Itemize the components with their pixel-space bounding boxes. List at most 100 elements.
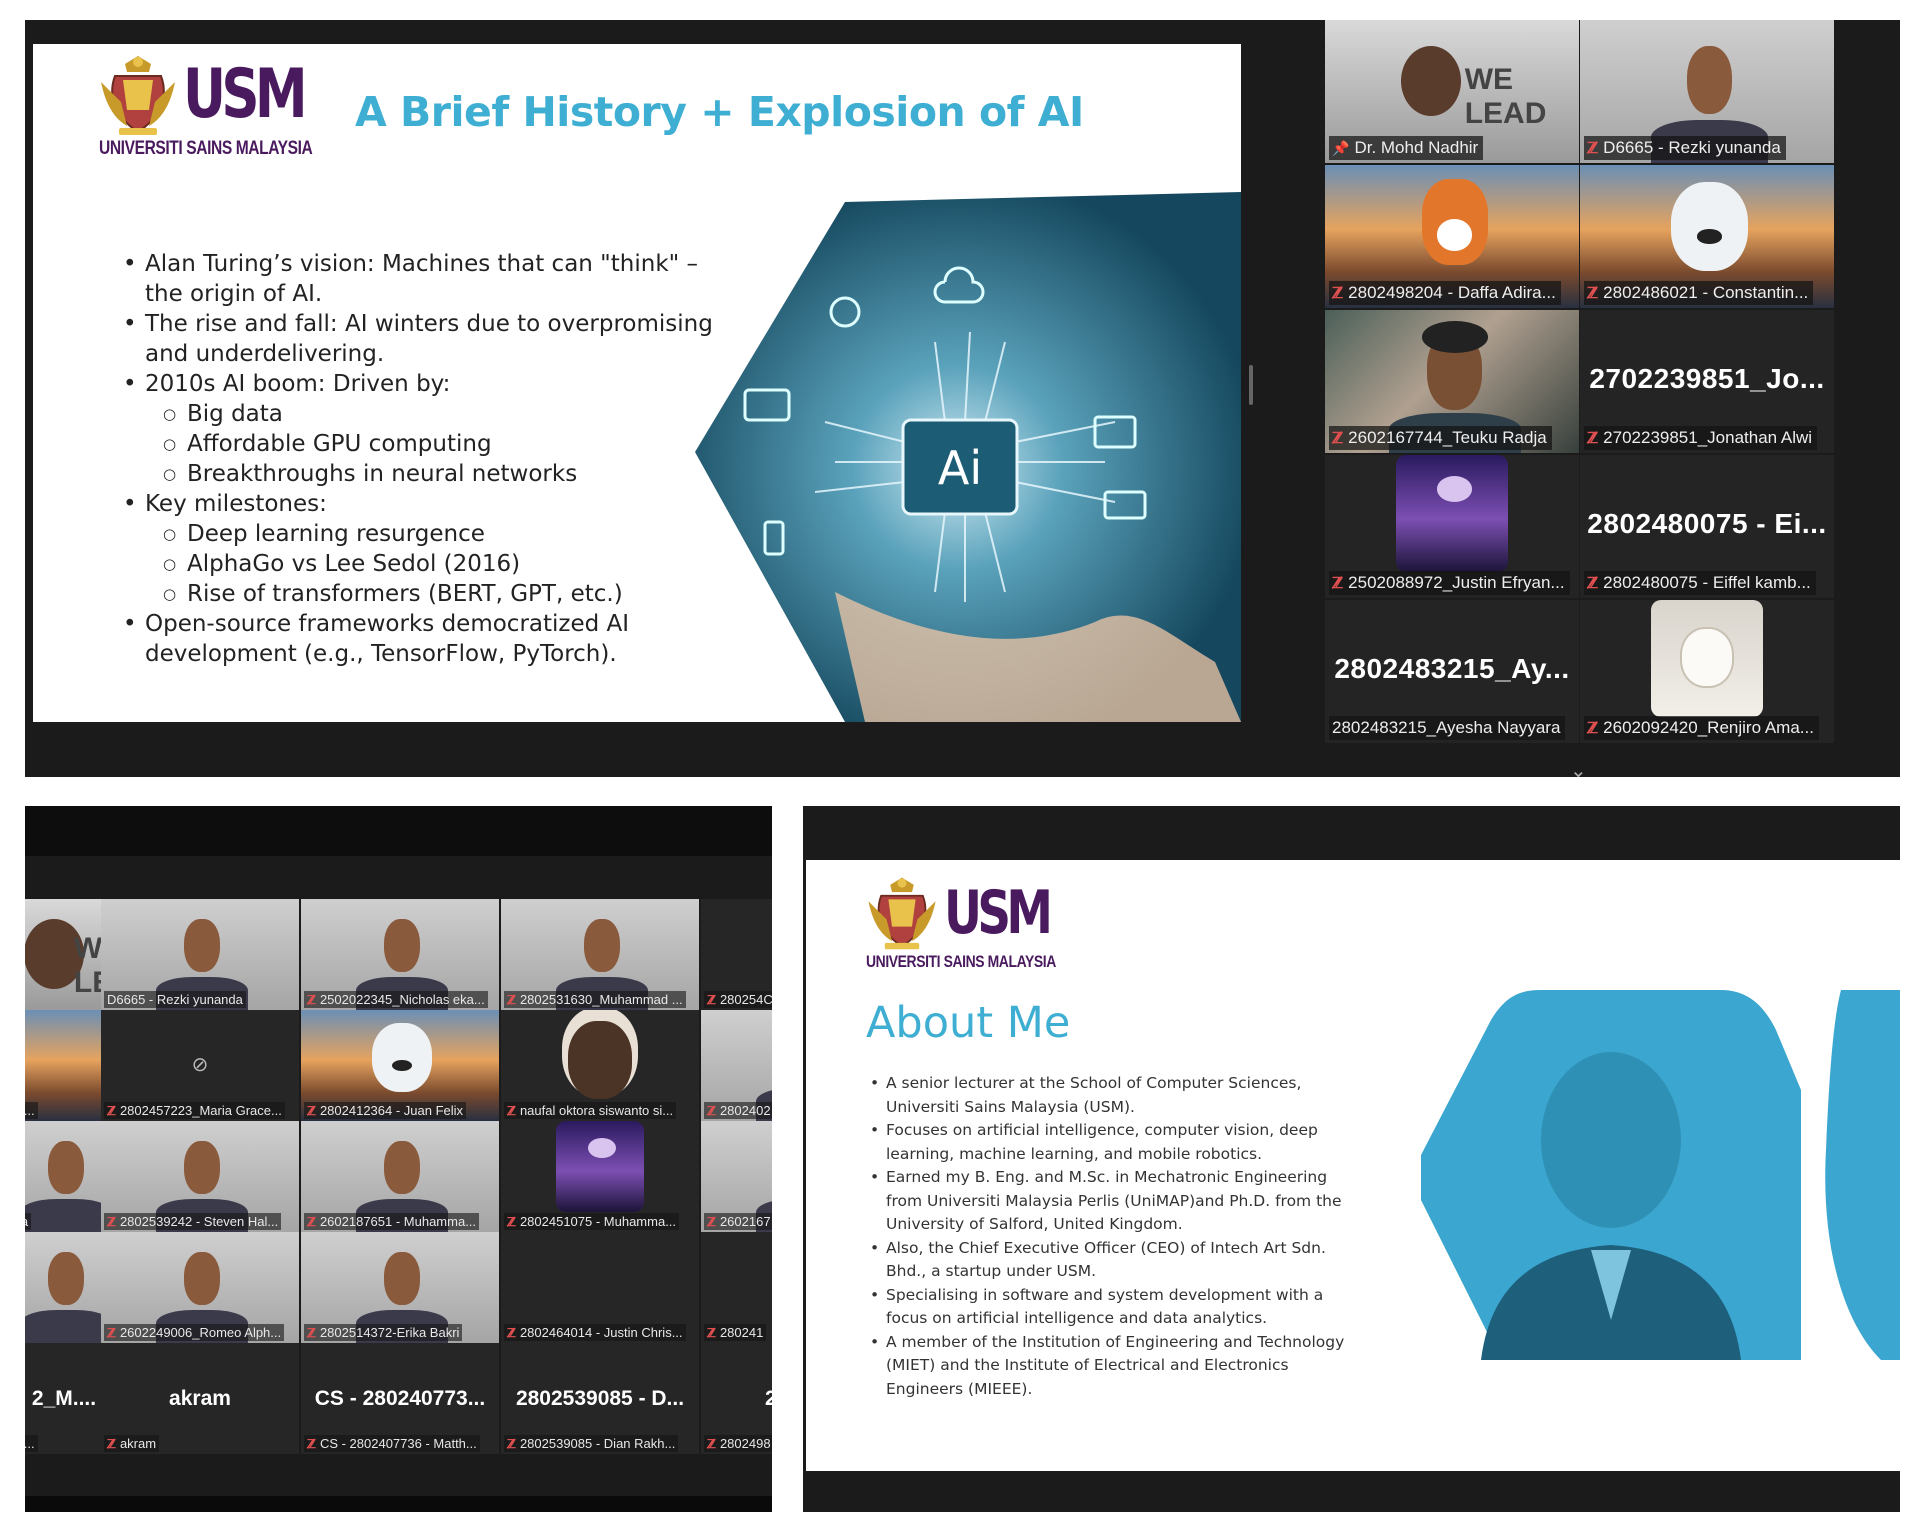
participant-label: ℤ̸ 2502022345_Nicholas eka... bbox=[304, 991, 488, 1008]
mic-muted-icon: ℤ̸ bbox=[707, 1325, 716, 1340]
mic-muted-icon: ℤ̸ bbox=[507, 1325, 516, 1340]
participant-tile[interactable]: ℤ̸ 2802539242 - Steven Hal... bbox=[101, 1121, 299, 1232]
mic-muted-icon: ℤ̸ bbox=[1332, 430, 1344, 447]
meeting-window-top: USM UNIVERSITI SAINS MALAYSIA A Brief Hi… bbox=[25, 20, 1900, 777]
participant-tile[interactable]: akram ℤ̸ akram bbox=[101, 1343, 299, 1454]
mic-muted-icon: ℤ̸ bbox=[507, 992, 516, 1007]
participant-tile[interactable]: ℤ̸ 2802514372-Erika Bakri bbox=[301, 1232, 499, 1343]
participant-tile[interactable]: ℤ̸ 280254C bbox=[701, 899, 772, 1010]
chevron-down-icon[interactable]: ⌄ bbox=[1570, 758, 1587, 777]
participant-tile[interactable]: ℤ̸ 2502022345_Nicholas eka... bbox=[301, 899, 499, 1010]
participant-tile[interactable]: ℤ̸ 2802531630_Muhammad ... bbox=[501, 899, 699, 1010]
bullet-item: Earned my B. Eng. and M.Sc. in Mechatron… bbox=[868, 1166, 1348, 1237]
participant-label: ℤ̸ 2802486021 - Constantin... bbox=[1584, 281, 1814, 305]
mic-muted-icon: ℤ̸ bbox=[307, 1103, 316, 1118]
bullet-item: Rise of transformers (BERT, GPT, etc.) bbox=[123, 579, 713, 609]
usm-logo: USM UNIVERSITI SAINS MALAYSIA bbox=[99, 52, 359, 160]
participant-tile[interactable]: 2802483215_Ay... 2802483215_Ayesha Nayyar… bbox=[1325, 600, 1579, 743]
participant-label: ℤ̸ 2802412364 - Juan Felix bbox=[304, 1102, 467, 1119]
bullet-item: Big data bbox=[123, 399, 713, 429]
usm-wordmark: USM bbox=[944, 878, 1053, 948]
participant-name: 2802539085 - Dian Rakh... bbox=[519, 1436, 676, 1451]
mic-muted-icon: ℤ̸ bbox=[307, 1436, 316, 1451]
participant-label: ℤ̸ 2602167744_Teuku Radja bbox=[1329, 426, 1552, 450]
participant-tile[interactable]: ℤ̸ 2502088972_Justin Efryan... bbox=[1325, 455, 1579, 598]
speaker-portrait bbox=[1421, 990, 1900, 1360]
participant-name: D6665 - Rezki yunanda bbox=[1603, 138, 1781, 157]
participant-name: D6665 - Rezki yunanda bbox=[107, 992, 243, 1007]
participant-tile[interactable]: ℤ̸ 280241 bbox=[701, 1232, 772, 1343]
mic-muted-icon: ℤ̸ bbox=[1587, 575, 1599, 592]
participant-tile[interactable]: ℤ̸ D6665 - Rezki yunanda bbox=[1580, 20, 1834, 163]
participant-tile[interactable]: ℤ̸ 2602187651 - Muhamma... bbox=[301, 1121, 499, 1232]
mic-muted-icon: ℤ̸ bbox=[707, 992, 716, 1007]
bullet-item: A senior lecturer at the School of Compu… bbox=[868, 1072, 1348, 1119]
participant-name: 2502022345_Nicholas eka... bbox=[319, 992, 485, 1007]
participant-label: onstantin... bbox=[25, 1102, 38, 1119]
mic-muted-icon: ℤ̸ bbox=[307, 1325, 316, 1340]
mic-muted-icon: ℤ̸ bbox=[1332, 285, 1344, 302]
mic-muted-icon: ℤ̸ bbox=[707, 1103, 716, 1118]
participant-label: ℤ̸ 2602249006_Romeo Alph... bbox=[104, 1324, 285, 1341]
participant-name: 2802402 bbox=[719, 1103, 771, 1118]
participant-tile[interactable]: ℤ̸ 2802486021 - Constantin... bbox=[1580, 165, 1834, 308]
mic-muted-icon: ℤ̸ bbox=[507, 1436, 516, 1451]
participant-tile[interactable]: ℤ̸ 2802464014 - Justin Chris... bbox=[501, 1232, 699, 1343]
bullet-item: Open-source frameworks democratized AI d… bbox=[123, 609, 713, 669]
mic-muted-icon: ℤ̸ bbox=[1587, 720, 1599, 737]
participant-label: ℤ̸ 2602187651 - Muhamma... bbox=[304, 1213, 480, 1230]
participant-name-large: 280249 bbox=[764, 1387, 772, 1411]
top-bar bbox=[25, 806, 772, 856]
participant-tile[interactable]: ⊘ ℤ̸ 2802457223_Maria Grace... bbox=[101, 1010, 299, 1121]
participant-tile[interactable]: ℤ̸ 2802498204 - Daffa Adira... bbox=[1325, 165, 1579, 308]
participant-name: Dr. Mohd Nadhir bbox=[1354, 138, 1479, 157]
participant-tile[interactable]: 2802480075 - Ei... ℤ̸ 2802480075 - Eiffel … bbox=[1580, 455, 1834, 598]
shared-slide-about: USM UNIVERSITI SAINS MALAYSIA About Me A… bbox=[806, 860, 1900, 1471]
slide-title: A Brief History + Explosion of AI bbox=[355, 88, 1084, 136]
participant-name-large: akram bbox=[169, 1387, 231, 1411]
participant-label: D6665 - Rezki yunanda bbox=[104, 991, 246, 1008]
participant-tile[interactable]: WE LEAD 📌 Dr. Mohd Nadhir bbox=[1325, 20, 1579, 163]
participant-name: 2802451075 - Muhamma... bbox=[519, 1214, 677, 1229]
participant-name: 2602092420_Renjiro Ama... bbox=[1603, 718, 1814, 737]
mic-muted-icon: ℤ̸ bbox=[707, 1214, 716, 1229]
participant-label: ℤ̸ 2802480075 - Eiffel kamb... bbox=[1584, 571, 1816, 595]
participant-name: Edgar Tri... bbox=[25, 1436, 35, 1451]
participant-name: 2802531630_Muhammad ... bbox=[519, 992, 683, 1007]
participant-label: ℤ̸ 2802457223_Maria Grace... bbox=[104, 1102, 285, 1119]
participant-tile[interactable]: 280249 ℤ̸2802498 bbox=[701, 1343, 772, 1454]
participant-name: 2602187651 - Muhamma... bbox=[319, 1214, 477, 1229]
participant-tile[interactable]: 2702239851_Jo... ℤ̸ 2702239851_Jonathan Al… bbox=[1580, 310, 1834, 453]
participant-label: ℤ̸ 2802498 bbox=[704, 1435, 772, 1452]
participant-name: ason Tirta bbox=[25, 1214, 28, 1229]
resize-handle[interactable] bbox=[1249, 365, 1253, 405]
participant-tile[interactable]: ℤ̸ naufal oktora siswanto si... bbox=[501, 1010, 699, 1121]
participant-tile[interactable]: D6665 - Rezki yunanda bbox=[101, 899, 299, 1010]
mic-muted-icon: ℤ̸ bbox=[507, 1214, 516, 1229]
participant-name: 2802412364 - Juan Felix bbox=[319, 1103, 464, 1118]
participant-tile[interactable]: 2802539085 - D... ℤ̸ 2802539085 - Dian Rak… bbox=[501, 1343, 699, 1454]
ai-chip-illustration: Ai bbox=[695, 192, 1241, 722]
participant-name: 2802483215_Ayesha Nayyara bbox=[1332, 718, 1561, 737]
participant-label: 2802483215_Ayesha Nayyara bbox=[1329, 716, 1566, 740]
participant-name: 2802457223_Maria Grace... bbox=[119, 1103, 282, 1118]
participant-tile[interactable]: ℤ̸ 2602167 bbox=[701, 1121, 772, 1232]
participant-label: 📌 Dr. Mohd Nadhir bbox=[1329, 136, 1484, 160]
participant-label: ℤ̸ CS - 2802407736 - Matth... bbox=[304, 1435, 480, 1452]
mic-muted-icon: ℤ̸ bbox=[307, 992, 316, 1007]
participant-tile[interactable]: ℤ̸ 2602167744_Teuku Radja bbox=[1325, 310, 1579, 453]
participant-tile[interactable]: ℤ̸ 2802402 bbox=[701, 1010, 772, 1121]
participant-name: 2602249006_Romeo Alph... bbox=[119, 1325, 282, 1340]
participant-tile[interactable]: ℤ̸ 2802451075 - Muhamma... bbox=[501, 1121, 699, 1232]
participant-tile[interactable]: ℤ̸ 2602249006_Romeo Alph... bbox=[101, 1232, 299, 1343]
slide-bullets: Alan Turing’s vision: Machines that can … bbox=[123, 249, 713, 669]
mic-muted-icon: ℤ̸ bbox=[1587, 285, 1599, 302]
meeting-window-about: USM UNIVERSITI SAINS MALAYSIA About Me A… bbox=[803, 806, 1900, 1512]
mic-muted-icon: ℤ̸ bbox=[107, 1325, 116, 1340]
participant-tile[interactable]: ℤ̸ 2602092420_Renjiro Ama... bbox=[1580, 600, 1834, 743]
participant-tile[interactable]: CS - 280240773... ℤ̸ CS - 2802407736 - Mat… bbox=[301, 1343, 499, 1454]
participant-label: ℤ̸ 2802539085 - Dian Rakh... bbox=[504, 1435, 679, 1452]
mic-muted-icon: ℤ̸ bbox=[1587, 140, 1599, 157]
participant-label: Edgar Tri... bbox=[25, 1435, 38, 1452]
participant-tile[interactable]: ℤ̸ 2802412364 - Juan Felix bbox=[301, 1010, 499, 1121]
